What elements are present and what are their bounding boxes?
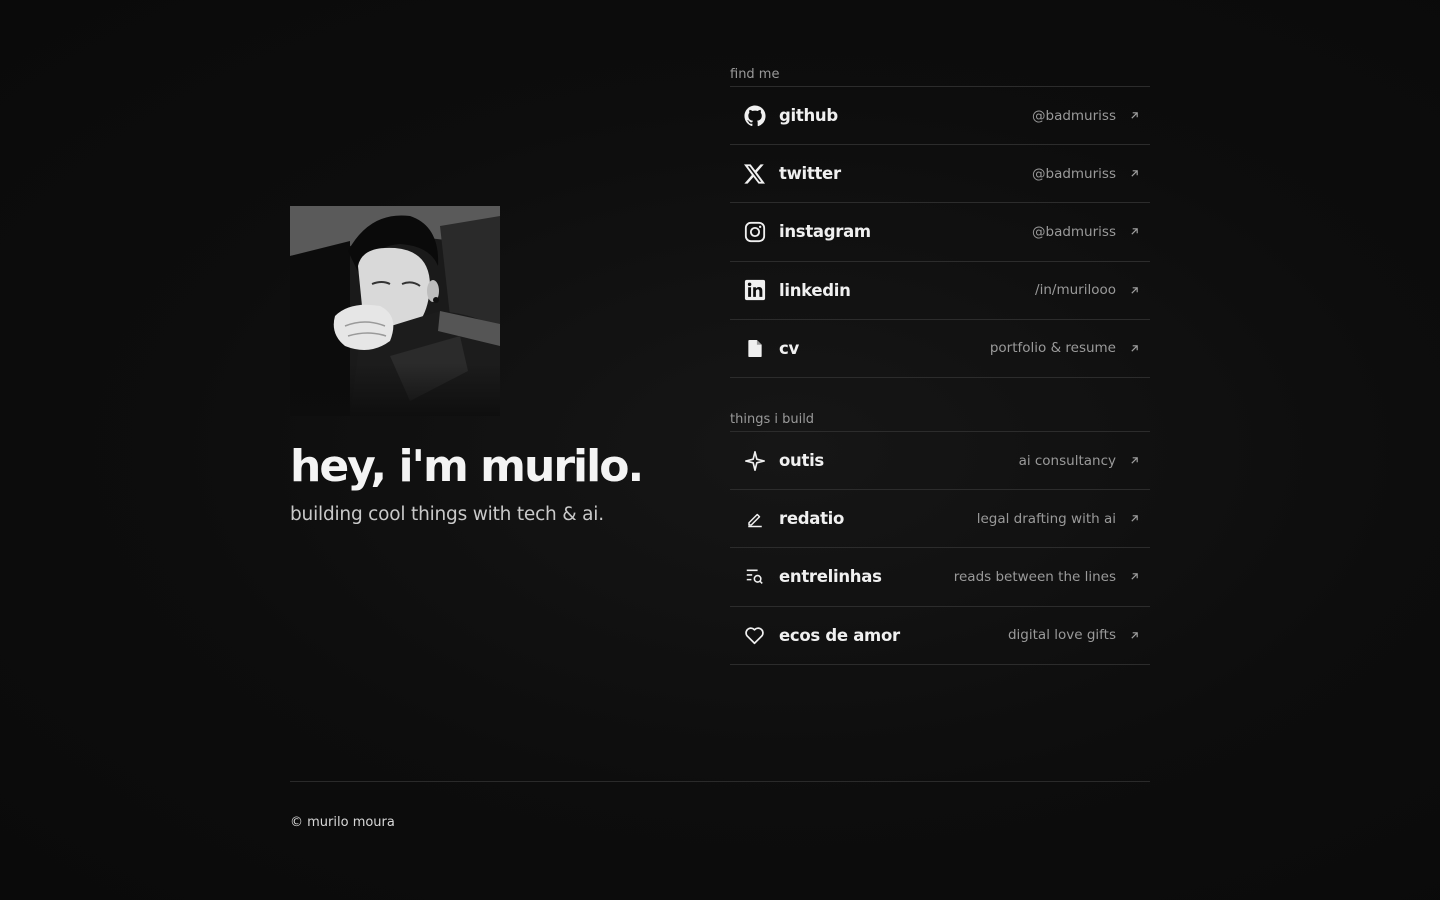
link-label: instagram bbox=[779, 222, 871, 242]
link-description: legal drafting with ai bbox=[976, 510, 1116, 527]
page-subtitle: building cool things with tech & ai. bbox=[290, 504, 604, 525]
pen-icon bbox=[743, 507, 766, 530]
link-handle: @badmuriss bbox=[1032, 165, 1116, 182]
link-cv[interactable]: cv portfolio & resume bbox=[730, 320, 1150, 378]
link-label: entrelinhas bbox=[779, 567, 882, 587]
section-label-find-me: find me bbox=[730, 66, 1150, 87]
link-label: cv bbox=[779, 338, 799, 358]
link-linkedin[interactable]: linkedin /in/murilooo bbox=[730, 262, 1150, 320]
link-handle: portfolio & resume bbox=[989, 340, 1116, 357]
instagram-icon bbox=[743, 220, 766, 243]
arrow-up-right-icon bbox=[1130, 514, 1140, 524]
arrow-up-right-icon bbox=[1130, 343, 1140, 353]
footer-copyright: © murilo moura bbox=[290, 815, 395, 830]
arrow-up-right-icon bbox=[1130, 456, 1140, 466]
link-label: redatio bbox=[779, 509, 845, 529]
link-label: outis bbox=[779, 451, 824, 471]
x-icon bbox=[743, 162, 766, 185]
link-label: ecos de amor bbox=[779, 625, 900, 645]
arrow-up-right-icon bbox=[1130, 111, 1140, 121]
page-title: hey, i'm murilo. bbox=[290, 441, 644, 492]
link-label: linkedin bbox=[779, 280, 851, 300]
text-search-icon bbox=[743, 565, 766, 588]
link-handle: @badmuriss bbox=[1032, 223, 1116, 240]
link-handle: @badmuriss bbox=[1032, 107, 1116, 124]
link-redatio[interactable]: redatio legal drafting with ai bbox=[730, 490, 1150, 549]
linkedin-icon bbox=[743, 279, 766, 302]
arrow-up-right-icon bbox=[1130, 630, 1140, 640]
arrow-up-right-icon bbox=[1130, 285, 1140, 295]
arrow-up-right-icon bbox=[1130, 227, 1140, 237]
arrow-up-right-icon bbox=[1130, 572, 1140, 582]
link-description: ai consultancy bbox=[1018, 452, 1116, 469]
section-label-build: things i build bbox=[730, 411, 1150, 432]
link-label: twitter bbox=[779, 164, 841, 184]
find-me-section: find me github @badmuriss twitter @badmu… bbox=[730, 66, 1150, 378]
link-instagram[interactable]: instagram @badmuriss bbox=[730, 203, 1150, 262]
arrow-up-right-icon bbox=[1130, 169, 1140, 179]
footer-divider bbox=[290, 781, 1150, 782]
link-label: github bbox=[779, 106, 838, 126]
link-description: reads between the lines bbox=[953, 568, 1116, 585]
file-icon bbox=[743, 337, 766, 360]
profile-photo bbox=[290, 206, 500, 416]
github-icon bbox=[743, 104, 766, 127]
link-description: digital love gifts bbox=[1007, 627, 1116, 644]
link-outis[interactable]: outis ai consultancy bbox=[730, 432, 1150, 491]
link-ecos-de-amor[interactable]: ecos de amor digital love gifts bbox=[730, 607, 1150, 665]
heart-icon bbox=[743, 624, 766, 647]
things-i-build-section: things i build outis ai consultancy reda… bbox=[730, 411, 1150, 665]
link-entrelinhas[interactable]: entrelinhas reads between the lines bbox=[730, 548, 1150, 607]
profile-section: hey, i'm murilo. building cool things wi… bbox=[290, 206, 690, 525]
link-twitter[interactable]: twitter @badmuriss bbox=[730, 145, 1150, 204]
link-github[interactable]: github @badmuriss bbox=[730, 87, 1150, 146]
sparkle-icon bbox=[743, 449, 766, 472]
link-handle: /in/murilooo bbox=[1035, 282, 1116, 299]
